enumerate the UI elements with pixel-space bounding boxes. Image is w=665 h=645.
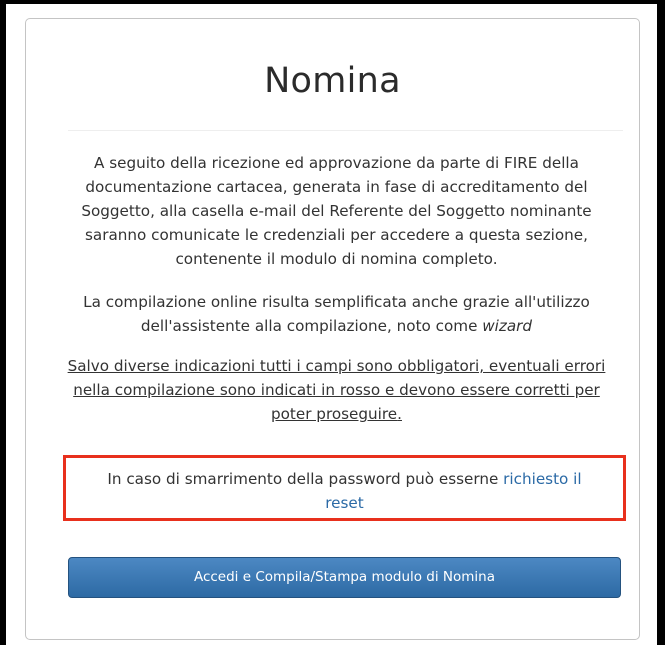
wizard-term: wizard: [482, 317, 533, 335]
mandatory-fields-text: Salvo diverse indicazioni tutti i campi …: [67, 357, 606, 423]
wizard-paragraph: La compilazione online risulta semplific…: [56, 290, 617, 338]
nomina-panel: Nomina A seguito della ricezione ed appr…: [25, 18, 640, 640]
mandatory-fields-note: Salvo diverse indicazioni tutti i campi …: [56, 354, 617, 426]
mandatory-fields-period: .: [397, 405, 402, 423]
title-divider: [68, 130, 623, 131]
access-compile-print-button[interactable]: Accedi e Compila/Stampa modulo di Nomina: [68, 557, 621, 598]
screenshot-frame: Nomina A seguito della ricezione ed appr…: [6, 4, 657, 645]
password-reset-notice: In caso di smarrimento della password pu…: [63, 455, 626, 521]
intro-paragraph: A seguito della ricezione ed approvazion…: [81, 154, 592, 268]
password-reset-text: In caso di smarrimento della password pu…: [107, 470, 499, 488]
page-title: Nomina: [264, 61, 401, 101]
